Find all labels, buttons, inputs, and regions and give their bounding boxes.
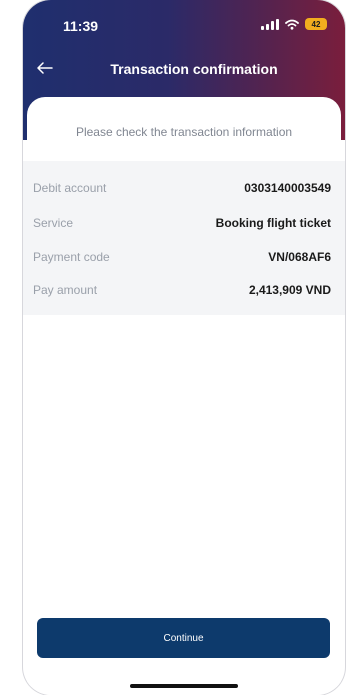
detail-row-debit-account: Debit account 0303140003549	[23, 174, 345, 202]
arrow-left-icon[interactable]	[33, 56, 57, 80]
detail-value: Booking flight ticket	[215, 216, 331, 230]
detail-row-service: Service Booking flight ticket	[23, 209, 345, 237]
status-icons: 42	[261, 18, 327, 30]
home-indicator[interactable]	[130, 684, 238, 688]
continue-button[interactable]: Continue	[37, 618, 330, 658]
page-title: Transaction confirmation	[110, 61, 278, 77]
detail-label: Debit account	[33, 181, 107, 195]
wifi-icon	[285, 19, 299, 30]
signal-icon	[261, 18, 279, 30]
detail-value: 0303140003549	[244, 181, 331, 195]
detail-label: Payment code	[33, 250, 110, 264]
battery-icon: 42	[305, 18, 327, 30]
content-card: Please check the transaction information…	[23, 97, 345, 695]
transaction-details: Debit account 0303140003549 Service Book…	[23, 161, 345, 315]
nav-bar: Transaction confirmation	[23, 52, 345, 88]
status-time: 11:39	[63, 18, 99, 34]
phone-screen: 11:39 42 Transaction confirmation Please…	[23, 0, 345, 695]
detail-label: Service	[33, 216, 74, 230]
detail-row-pay-amount: Pay amount 2,413,909 VND	[23, 276, 345, 304]
detail-value: VN/068AF6	[268, 250, 331, 264]
status-bar: 11:39 42	[23, 0, 345, 44]
detail-row-payment-code: Payment code VN/068AF6	[23, 243, 345, 271]
detail-label: Pay amount	[33, 283, 98, 297]
detail-value: 2,413,909 VND	[248, 283, 331, 297]
instruction-text: Please check the transaction information	[75, 125, 293, 139]
